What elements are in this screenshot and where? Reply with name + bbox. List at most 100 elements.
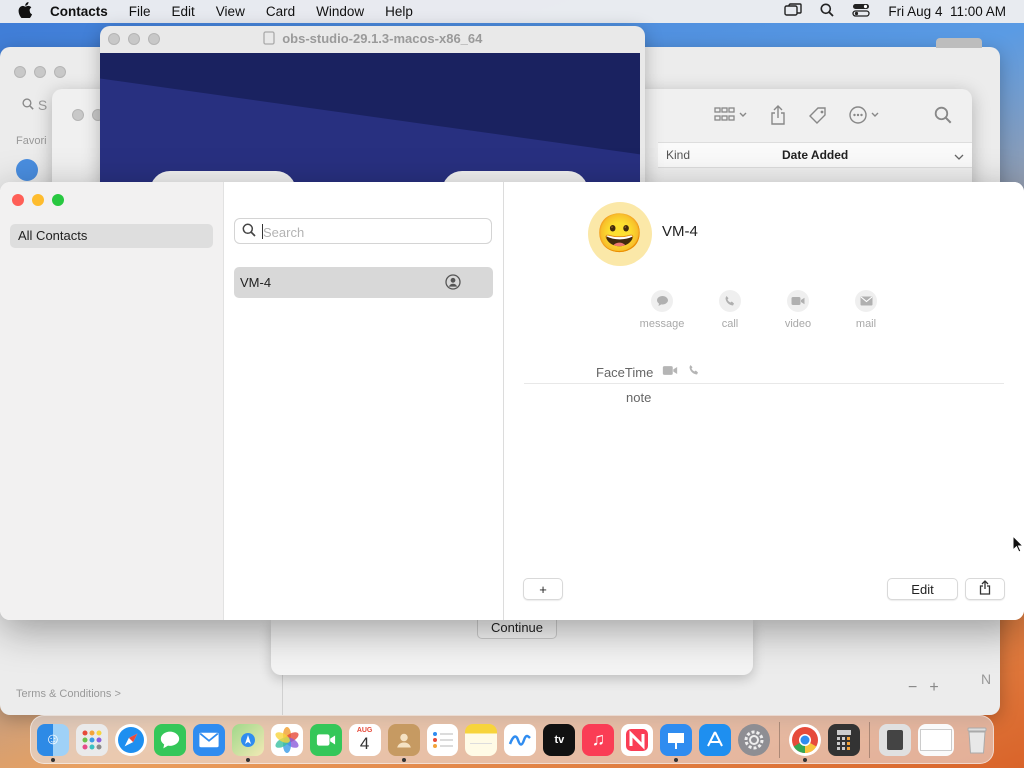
dock-keynote[interactable]: [660, 723, 693, 762]
call-action[interactable]: call: [700, 290, 760, 330]
more-actions-icon[interactable]: [848, 105, 882, 128]
add-button[interactable]: +: [523, 578, 563, 600]
note-label[interactable]: note: [626, 390, 651, 405]
document-icon: [919, 728, 952, 751]
contacts-window: All Contacts VM-4 😀 VM-4 message: [0, 182, 1024, 620]
finder-traffic-lights: [14, 66, 66, 78]
installer-dialog: Continue: [271, 615, 753, 675]
dock-mail[interactable]: [192, 723, 225, 756]
dock-messages[interactable]: [153, 723, 186, 756]
menu-bar: Contacts File Edit View Card Window Help…: [0, 0, 1024, 23]
keynote-icon: [668, 732, 685, 749]
sidebar-item-all-contacts[interactable]: All Contacts: [10, 224, 213, 248]
dock-app-store[interactable]: [699, 723, 732, 756]
dock-calendar[interactable]: AUG 4: [348, 723, 381, 756]
menu-view[interactable]: View: [216, 4, 245, 19]
dock-calculator[interactable]: [828, 723, 861, 756]
facetime-audio-icon[interactable]: [688, 364, 700, 379]
terms-link[interactable]: Terms & Conditions: [16, 688, 111, 700]
dock-downloads[interactable]: [879, 723, 911, 756]
dock-contacts[interactable]: [387, 723, 420, 762]
finder-footer[interactable]: Terms & Conditions >: [16, 688, 121, 700]
menu-file[interactable]: File: [129, 4, 151, 19]
column-header-row: Kind Date Added: [658, 142, 972, 168]
compass[interactable]: N: [966, 659, 1000, 699]
minimize-button[interactable]: [32, 194, 44, 206]
obs-window: obs-studio-29.1.3-macos-x86_64: [100, 26, 645, 196]
spotlight-search-icon[interactable]: [820, 3, 835, 20]
dock-tv[interactable]: tv: [543, 723, 576, 756]
contacts-sidebar: All Contacts: [0, 182, 224, 620]
photos-icon: [275, 726, 299, 753]
dock-notes[interactable]: [465, 723, 498, 756]
dock-document[interactable]: [917, 723, 954, 756]
reminders-icon: [432, 731, 453, 748]
compass-north: N: [980, 671, 992, 687]
dock-music[interactable]: ♫: [582, 723, 615, 756]
contact-card-icon: [445, 274, 461, 293]
dock-freeform[interactable]: [504, 723, 537, 756]
column-date-added[interactable]: Date Added: [782, 148, 848, 162]
dock-system-settings[interactable]: [738, 723, 771, 756]
menu-app-name[interactable]: Contacts: [50, 4, 108, 19]
zoom-button[interactable]: [52, 194, 64, 206]
dock-news[interactable]: [621, 723, 654, 756]
apple-menu-icon[interactable]: [18, 1, 36, 22]
screen-mirroring-icon[interactable]: [784, 3, 803, 20]
contact-detail-pane: 😀 VM-4 message call video mail FaceTime …: [504, 182, 1024, 620]
share-icon[interactable]: [770, 105, 786, 128]
calculator-icon: [837, 729, 852, 750]
news-icon: [626, 728, 649, 751]
dock-photos[interactable]: [270, 723, 303, 756]
video-action[interactable]: video: [768, 290, 828, 330]
view-grid-icon[interactable]: [714, 107, 748, 126]
search-input[interactable]: [261, 222, 485, 242]
finder-search-icon[interactable]: [934, 106, 952, 127]
mail-action[interactable]: mail: [836, 290, 896, 330]
zoom-out-button[interactable]: −: [908, 679, 917, 697]
appletv-icon: tv: [554, 734, 564, 746]
background-window-tab: [936, 38, 982, 48]
column-kind[interactable]: Kind: [666, 148, 690, 162]
dock-chrome[interactable]: [789, 723, 822, 762]
dock-separator-2: [869, 721, 871, 758]
edit-button[interactable]: Edit: [887, 578, 958, 600]
menubar-clock[interactable]: Fri Aug 4 11:00 AM: [888, 4, 1006, 19]
notes-icon: [470, 743, 493, 744]
menu-help[interactable]: Help: [385, 4, 413, 19]
dock-facetime[interactable]: [309, 723, 342, 756]
facetime-label: FaceTime: [596, 365, 654, 380]
contacts-list-pane: VM-4: [224, 182, 504, 620]
obs-content: [100, 53, 640, 196]
share-button[interactable]: [965, 578, 1005, 600]
mail-icon: [855, 290, 877, 312]
tag-icon[interactable]: [808, 106, 828, 129]
contact-avatar[interactable]: 😀: [588, 202, 652, 266]
search-field[interactable]: [234, 218, 492, 244]
message-action[interactable]: message: [632, 290, 692, 330]
dock-trash[interactable]: [961, 724, 993, 756]
contact-name: VM-4: [662, 223, 698, 240]
chrome-icon: [792, 726, 819, 753]
control-center-icon[interactable]: [852, 3, 871, 20]
menu-card[interactable]: Card: [266, 4, 295, 19]
map-zoom-controls[interactable]: − +: [908, 679, 939, 697]
close-button[interactable]: [12, 194, 24, 206]
zoom-in-button[interactable]: +: [929, 679, 938, 697]
dock-safari[interactable]: [114, 723, 147, 756]
maps-icon: [240, 732, 255, 747]
app-store-icon: [707, 731, 724, 746]
menu-window[interactable]: Window: [316, 4, 364, 19]
video-icon: [787, 290, 809, 312]
contact-row[interactable]: VM-4: [234, 267, 493, 298]
calendar-day: 4: [359, 733, 370, 753]
dock-reminders[interactable]: [426, 723, 459, 756]
dock-launchpad[interactable]: [75, 723, 108, 756]
mouse-cursor: [1012, 534, 1024, 556]
facetime-video-icon[interactable]: [662, 364, 678, 379]
phone-icon: [719, 290, 741, 312]
dock-finder[interactable]: ☺: [37, 723, 69, 762]
dock-maps[interactable]: [231, 723, 264, 762]
menu-edit[interactable]: Edit: [172, 4, 195, 19]
music-note-icon: ♫: [591, 729, 606, 749]
